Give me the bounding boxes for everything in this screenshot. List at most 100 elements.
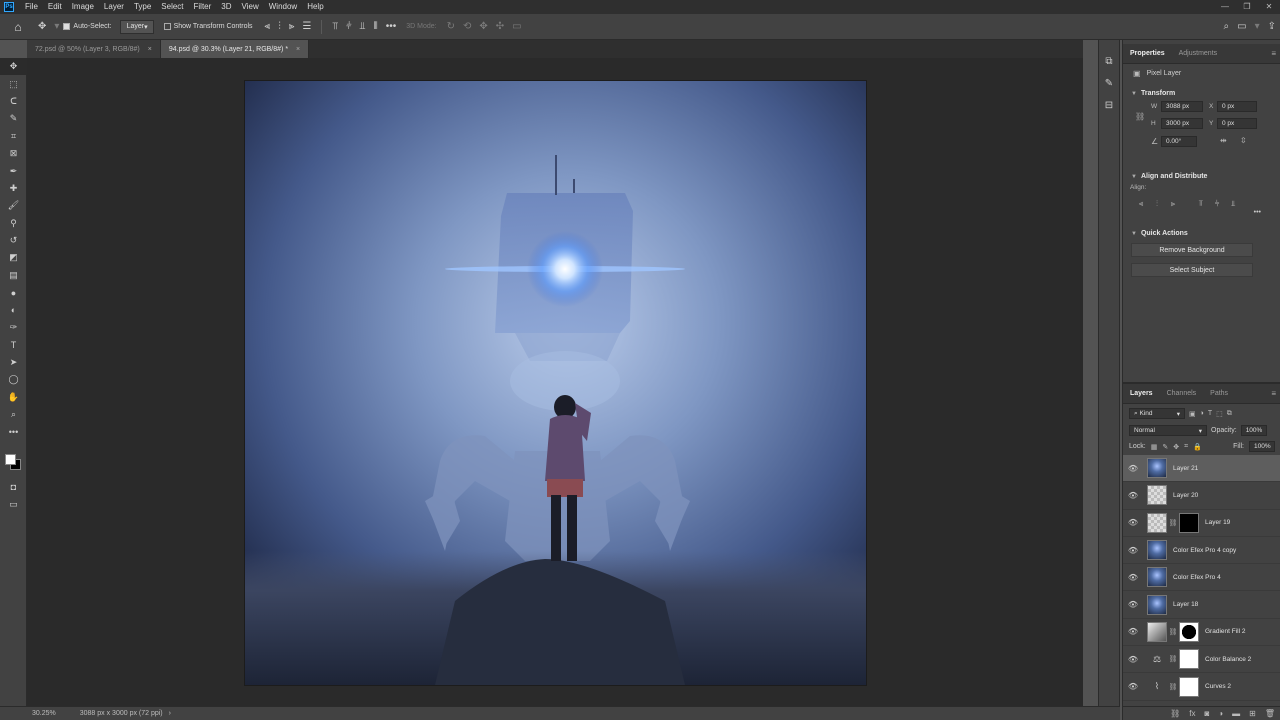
chevron-down-icon[interactable]: ▾ xyxy=(54,21,59,32)
align-bottom-icon[interactable]: ⫫ xyxy=(1225,199,1241,209)
3d-slide-icon[interactable]: ✣ xyxy=(496,21,504,32)
lock-artboard-icon[interactable]: ⌗ xyxy=(1184,443,1188,451)
visibility-eye-icon[interactable]: 👁 xyxy=(1123,573,1143,582)
clone-stamp-tool-icon[interactable]: ⚲ xyxy=(0,215,27,232)
curves-icon[interactable]: ⌇ xyxy=(1147,677,1167,697)
menu-image[interactable]: Image xyxy=(67,0,99,14)
history-icon[interactable]: ⧉ xyxy=(1099,52,1119,70)
show-transform-checkbox[interactable]: Show Transform Controls xyxy=(163,23,253,30)
menu-layer[interactable]: Layer xyxy=(99,0,129,14)
mask-link-icon[interactable]: ⛓ xyxy=(1167,683,1179,691)
layer-mask-thumbnail[interactable] xyxy=(1179,676,1199,697)
align-bottom-edges-icon[interactable]: ⫫ xyxy=(360,21,366,32)
layer-row[interactable]: 👁 Layer 20 xyxy=(1123,482,1280,510)
layer-thumbnail[interactable] xyxy=(1147,485,1167,506)
quick-mask-icon[interactable]: ◘ xyxy=(0,478,27,495)
layer-row[interactable]: 👁 Layer 21 xyxy=(1123,455,1280,483)
distribute-vertical-icon[interactable]: ☰ xyxy=(302,21,311,32)
layer-mask-thumbnail[interactable] xyxy=(1179,621,1199,642)
link-icon[interactable]: ⛓ xyxy=(1135,112,1145,121)
mask-link-icon[interactable]: ⛓ xyxy=(1167,655,1179,663)
screen-mode-icon[interactable]: ▭ xyxy=(0,496,27,513)
home-icon[interactable]: ⌂ xyxy=(8,17,28,37)
tab-channels[interactable]: Channels xyxy=(1160,384,1204,404)
align-top-icon[interactable]: ⫪ xyxy=(1193,199,1209,209)
adjustments-icon[interactable]: ⊟ xyxy=(1099,96,1119,114)
visibility-eye-icon[interactable]: 👁 xyxy=(1123,491,1143,500)
minimize-button[interactable]: — xyxy=(1214,0,1236,14)
layer-row[interactable]: 👁 ⛓ Layer 19 xyxy=(1123,510,1280,537)
filter-adjustment-icon[interactable]: ◑ xyxy=(1200,410,1204,417)
share-icon[interactable]: ⇪ xyxy=(1268,21,1276,32)
add-mask-icon[interactable]: ◙ xyxy=(1204,709,1209,718)
quick-actions-header[interactable]: ▼ Quick Actions xyxy=(1123,224,1280,237)
workspace-icon[interactable]: ▭ xyxy=(1237,21,1246,32)
fill-field[interactable]: 100% xyxy=(1249,441,1275,452)
tab-properties[interactable]: Properties xyxy=(1123,44,1172,64)
filter-type-icon[interactable]: T xyxy=(1208,410,1212,417)
3d-camera-icon[interactable]: ▭ xyxy=(512,21,521,32)
brush-settings-icon[interactable]: ✎ xyxy=(1099,74,1119,92)
align-vertical-centers-icon[interactable]: ⫩ xyxy=(346,21,352,32)
visibility-eye-icon[interactable]: 👁 xyxy=(1123,546,1143,555)
filter-shape-icon[interactable]: ⬚ xyxy=(1216,410,1223,418)
history-brush-tool-icon[interactable]: ↺ xyxy=(0,232,27,249)
close-icon[interactable]: × xyxy=(296,46,300,53)
layer-row[interactable]: 👁 Layer 18 xyxy=(1123,591,1280,619)
quick-selection-tool-icon[interactable]: ✎ xyxy=(0,110,27,127)
tab-paths[interactable]: Paths xyxy=(1203,384,1235,404)
delete-layer-icon[interactable]: 🗑 xyxy=(1265,709,1275,718)
angle-field[interactable]: 0.00° xyxy=(1161,136,1197,147)
blend-mode-dropdown[interactable]: Normal ▾ xyxy=(1129,425,1207,436)
close-button[interactable]: ✕ xyxy=(1258,0,1280,14)
dodge-tool-icon[interactable]: ◐ xyxy=(0,301,27,318)
width-field[interactable]: 3088 px xyxy=(1161,101,1203,112)
filter-smart-object-icon[interactable]: ⧉ xyxy=(1227,410,1232,418)
align-left-edges-icon[interactable]: ⫷ xyxy=(265,21,271,32)
filter-pixel-icon[interactable]: ▣ xyxy=(1189,410,1196,418)
align-more-icon[interactable]: ••• xyxy=(1123,209,1280,216)
align-right-icon[interactable]: ⫸ xyxy=(1165,199,1181,209)
menu-help[interactable]: Help xyxy=(302,0,328,14)
flip-horizontal-icon[interactable]: ⇹ xyxy=(1220,136,1227,145)
tab-adjustments[interactable]: Adjustments xyxy=(1172,44,1225,64)
flip-vertical-icon[interactable]: ⇳ xyxy=(1240,136,1247,145)
layer-row[interactable]: 👁 ⛓ Gradient Fill 2 xyxy=(1123,619,1280,647)
lock-transparency-icon[interactable]: ▦ xyxy=(1151,443,1158,451)
y-field[interactable]: 0 px xyxy=(1217,118,1257,129)
tab-72-psd[interactable]: 72.psd @ 50% (Layer 3, RGB/8#) × xyxy=(27,40,161,58)
eraser-tool-icon[interactable]: ◩ xyxy=(0,249,27,266)
remove-background-button[interactable]: Remove Background xyxy=(1131,243,1253,257)
healing-brush-tool-icon[interactable]: ✚ xyxy=(0,180,27,197)
menu-filter[interactable]: Filter xyxy=(189,0,217,14)
visibility-eye-icon[interactable]: 👁 xyxy=(1123,518,1143,527)
menu-3d[interactable]: 3D xyxy=(216,0,236,14)
crop-tool-icon[interactable]: ⌗ xyxy=(0,128,27,145)
align-right-edges-icon[interactable]: ⫸ xyxy=(289,21,295,32)
panel-menu-icon[interactable]: ≡ xyxy=(1271,49,1276,58)
menu-edit[interactable]: Edit xyxy=(43,0,67,14)
tab-layers[interactable]: Layers xyxy=(1123,384,1160,404)
layer-thumbnail[interactable] xyxy=(1147,621,1167,642)
shape-tool-icon[interactable]: ◯ xyxy=(0,371,27,388)
3d-roll-icon[interactable]: ⟲ xyxy=(463,21,471,32)
visibility-eye-icon[interactable]: 👁 xyxy=(1123,682,1143,691)
zoom-level[interactable]: 30.25% xyxy=(32,710,56,717)
layer-thumbnail[interactable] xyxy=(1147,512,1167,533)
close-icon[interactable]: × xyxy=(148,46,152,53)
frame-tool-icon[interactable]: ⊠ xyxy=(0,145,27,162)
more-options-icon[interactable]: ••• xyxy=(386,21,397,32)
layer-mask-thumbnail[interactable] xyxy=(1179,649,1199,670)
type-tool-icon[interactable]: T xyxy=(0,336,27,353)
menu-window[interactable]: Window xyxy=(264,0,302,14)
layer-thumbnail[interactable] xyxy=(1147,567,1167,588)
visibility-eye-icon[interactable]: 👁 xyxy=(1123,655,1143,664)
layer-row[interactable]: 👁 Color Efex Pro 4 xyxy=(1123,564,1280,592)
menu-file[interactable]: File xyxy=(20,0,43,14)
mask-link-icon[interactable]: ⛓ xyxy=(1167,628,1179,636)
move-tool-icon[interactable]: ✥ xyxy=(0,58,27,76)
restore-button[interactable]: ❐ xyxy=(1236,0,1258,14)
brush-tool-icon[interactable]: 🖌 xyxy=(0,197,27,214)
layer-row[interactable]: 👁 ⚖ ⛓ Color Balance 2 xyxy=(1123,646,1280,674)
menu-type[interactable]: Type xyxy=(129,0,156,14)
